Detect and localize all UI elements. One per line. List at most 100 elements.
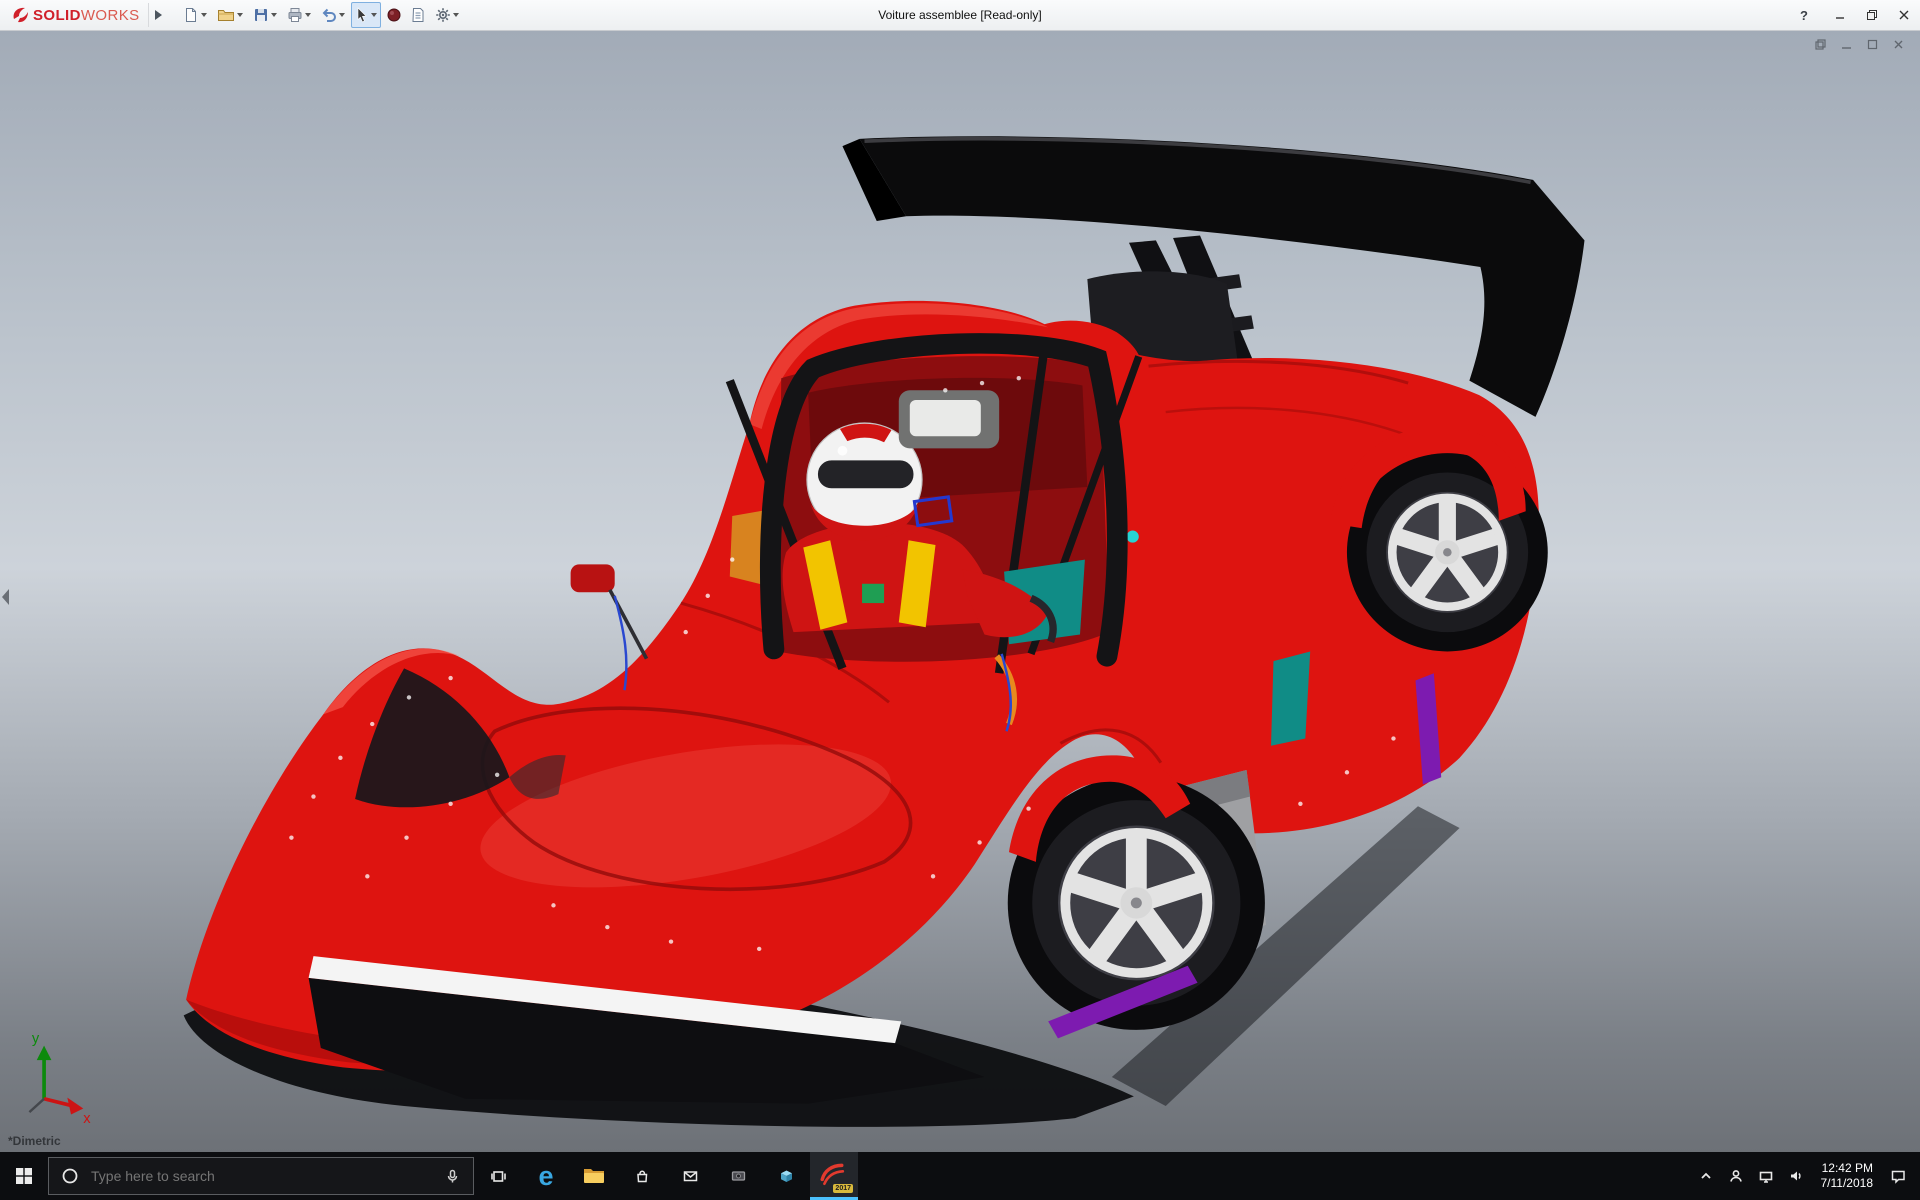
3d-car-model[interactable]: x y: [0, 30, 1920, 1152]
undo-icon: [322, 8, 336, 22]
hidden-icons-button[interactable]: [1691, 1152, 1721, 1200]
windows-logo-icon: [16, 1168, 32, 1184]
help-button[interactable]: ?: [1784, 8, 1824, 23]
close-icon: [1899, 10, 1909, 20]
triad-y-label: y: [32, 1031, 40, 1047]
open-button[interactable]: [213, 2, 247, 28]
chevron-up-icon: [1700, 1172, 1711, 1179]
user-tray-button[interactable]: [1721, 1152, 1751, 1200]
maximize-icon: [1867, 39, 1877, 49]
edge-icon: e: [538, 1160, 554, 1191]
dropdown-caret-icon[interactable]: [270, 13, 277, 17]
volume-icon: [1790, 1171, 1801, 1181]
orientation-label: *Dimetric: [8, 1134, 61, 1148]
open-icon: [217, 10, 234, 21]
mail-button[interactable]: [666, 1152, 714, 1200]
collapse-arrow-icon: [2, 589, 9, 605]
store-icon: [636, 1170, 647, 1182]
dropdown-caret-icon[interactable]: [370, 13, 377, 17]
clock-date: 7/11/2018: [1820, 1176, 1874, 1190]
select-button[interactable]: [350, 2, 381, 28]
undo-button[interactable]: [317, 2, 349, 28]
options-gear-icon: [435, 8, 450, 22]
dropdown-caret-icon[interactable]: [236, 13, 243, 17]
store-button[interactable]: [618, 1152, 666, 1200]
side-mirror[interactable]: [570, 564, 649, 660]
brand-works: WORKS: [80, 6, 140, 24]
minimize-icon: [1841, 46, 1851, 49]
system-tray: 12:42 PM 7/11/2018: [1691, 1152, 1920, 1200]
task-view-button[interactable]: [474, 1152, 522, 1200]
restore-down-icon: [1814, 38, 1826, 50]
save-icon: [254, 9, 267, 21]
rearview-mirror[interactable]: [898, 390, 1000, 449]
microphone-icon[interactable]: [444, 1168, 461, 1185]
3d-viewer-button[interactable]: [762, 1152, 810, 1200]
restore-icon: [1867, 10, 1877, 20]
close-button[interactable]: [1888, 0, 1920, 30]
select-cursor-icon: [357, 7, 367, 23]
close-icon: [1894, 40, 1902, 48]
rebuild-button[interactable]: [383, 2, 405, 28]
task-view-icon: [490, 1170, 506, 1182]
triad-x-label: x: [83, 1111, 91, 1127]
solidworks-version-badge: 2017: [833, 1184, 853, 1193]
new-document-button[interactable]: [179, 2, 211, 28]
harness-buckle: [862, 583, 885, 604]
taskbar-clock[interactable]: 12:42 PM 7/11/2018: [1811, 1161, 1884, 1191]
save-button[interactable]: [249, 2, 281, 28]
new-document-icon: [185, 8, 196, 22]
titlebar: SOLIDWORKS Voiture assemblee [Read-only]…: [0, 0, 1920, 31]
mail-icon: [683, 1170, 697, 1181]
file-properties-icon: [411, 8, 424, 22]
solidworks-taskbar-button[interactable]: 2017: [810, 1152, 858, 1200]
action-center-icon: [1891, 1170, 1905, 1184]
dropdown-caret-icon[interactable]: [304, 13, 311, 17]
flyout-triangle-icon: [155, 10, 163, 20]
action-center-button[interactable]: [1883, 1152, 1913, 1200]
cortana-circle-icon: [62, 1168, 78, 1184]
graphics-viewport[interactable]: x y *Dimetric: [0, 30, 1920, 1152]
screen-capture-icon: [731, 1170, 745, 1181]
rebuild-icon: [387, 8, 401, 22]
restore-button[interactable]: [1856, 0, 1888, 30]
document-window-controls: [1812, 36, 1906, 52]
start-button[interactable]: [0, 1152, 48, 1200]
doc-restore-down-button[interactable]: [1812, 36, 1828, 52]
ds-logo-icon: [13, 7, 28, 23]
taskbar-search[interactable]: [48, 1157, 474, 1195]
edge-button[interactable]: e: [522, 1152, 570, 1200]
network-tray-button[interactable]: [1751, 1152, 1781, 1200]
options-button[interactable]: [431, 2, 463, 28]
screen-capture-button[interactable]: [714, 1152, 762, 1200]
user-icon: [1729, 1170, 1742, 1182]
doc-close-button[interactable]: [1890, 36, 1906, 52]
clock-time: 12:42 PM: [1821, 1161, 1873, 1175]
dropdown-caret-icon[interactable]: [200, 13, 207, 17]
titlebar-right: ?: [1784, 0, 1920, 30]
file-properties-button[interactable]: [407, 2, 429, 28]
minimize-icon: [1836, 17, 1844, 19]
volume-tray-button[interactable]: [1781, 1152, 1811, 1200]
search-input[interactable]: [89, 1167, 434, 1185]
featuremanager-expand-arrow[interactable]: [0, 586, 12, 613]
print-button[interactable]: [283, 2, 315, 28]
network-icon: [1759, 1171, 1772, 1183]
print-icon: [288, 8, 302, 22]
3d-viewer-icon: [780, 1170, 792, 1182]
dropdown-caret-icon[interactable]: [338, 13, 345, 17]
solidworks-logo: SOLIDWORKS: [0, 5, 148, 25]
windows-taskbar: e 2017 12:42 PM 7/11/201: [0, 1152, 1920, 1200]
menu-expand-arrow[interactable]: [147, 3, 169, 27]
doc-minimize-button[interactable]: [1838, 36, 1854, 52]
minimize-button[interactable]: [1824, 0, 1856, 30]
dropdown-caret-icon[interactable]: [452, 13, 459, 17]
doc-maximize-button[interactable]: [1864, 36, 1880, 52]
file-explorer-icon: [584, 1169, 604, 1183]
quick-access-toolbar: [179, 2, 463, 28]
screen: { "titlebar": { "brand_red": "#d0202a", …: [0, 0, 1920, 1200]
file-explorer-button[interactable]: [570, 1152, 618, 1200]
orientation-triad: x y: [28, 1031, 91, 1127]
helmet-visor: [817, 460, 914, 489]
brand-solid: SOLID: [33, 6, 81, 24]
